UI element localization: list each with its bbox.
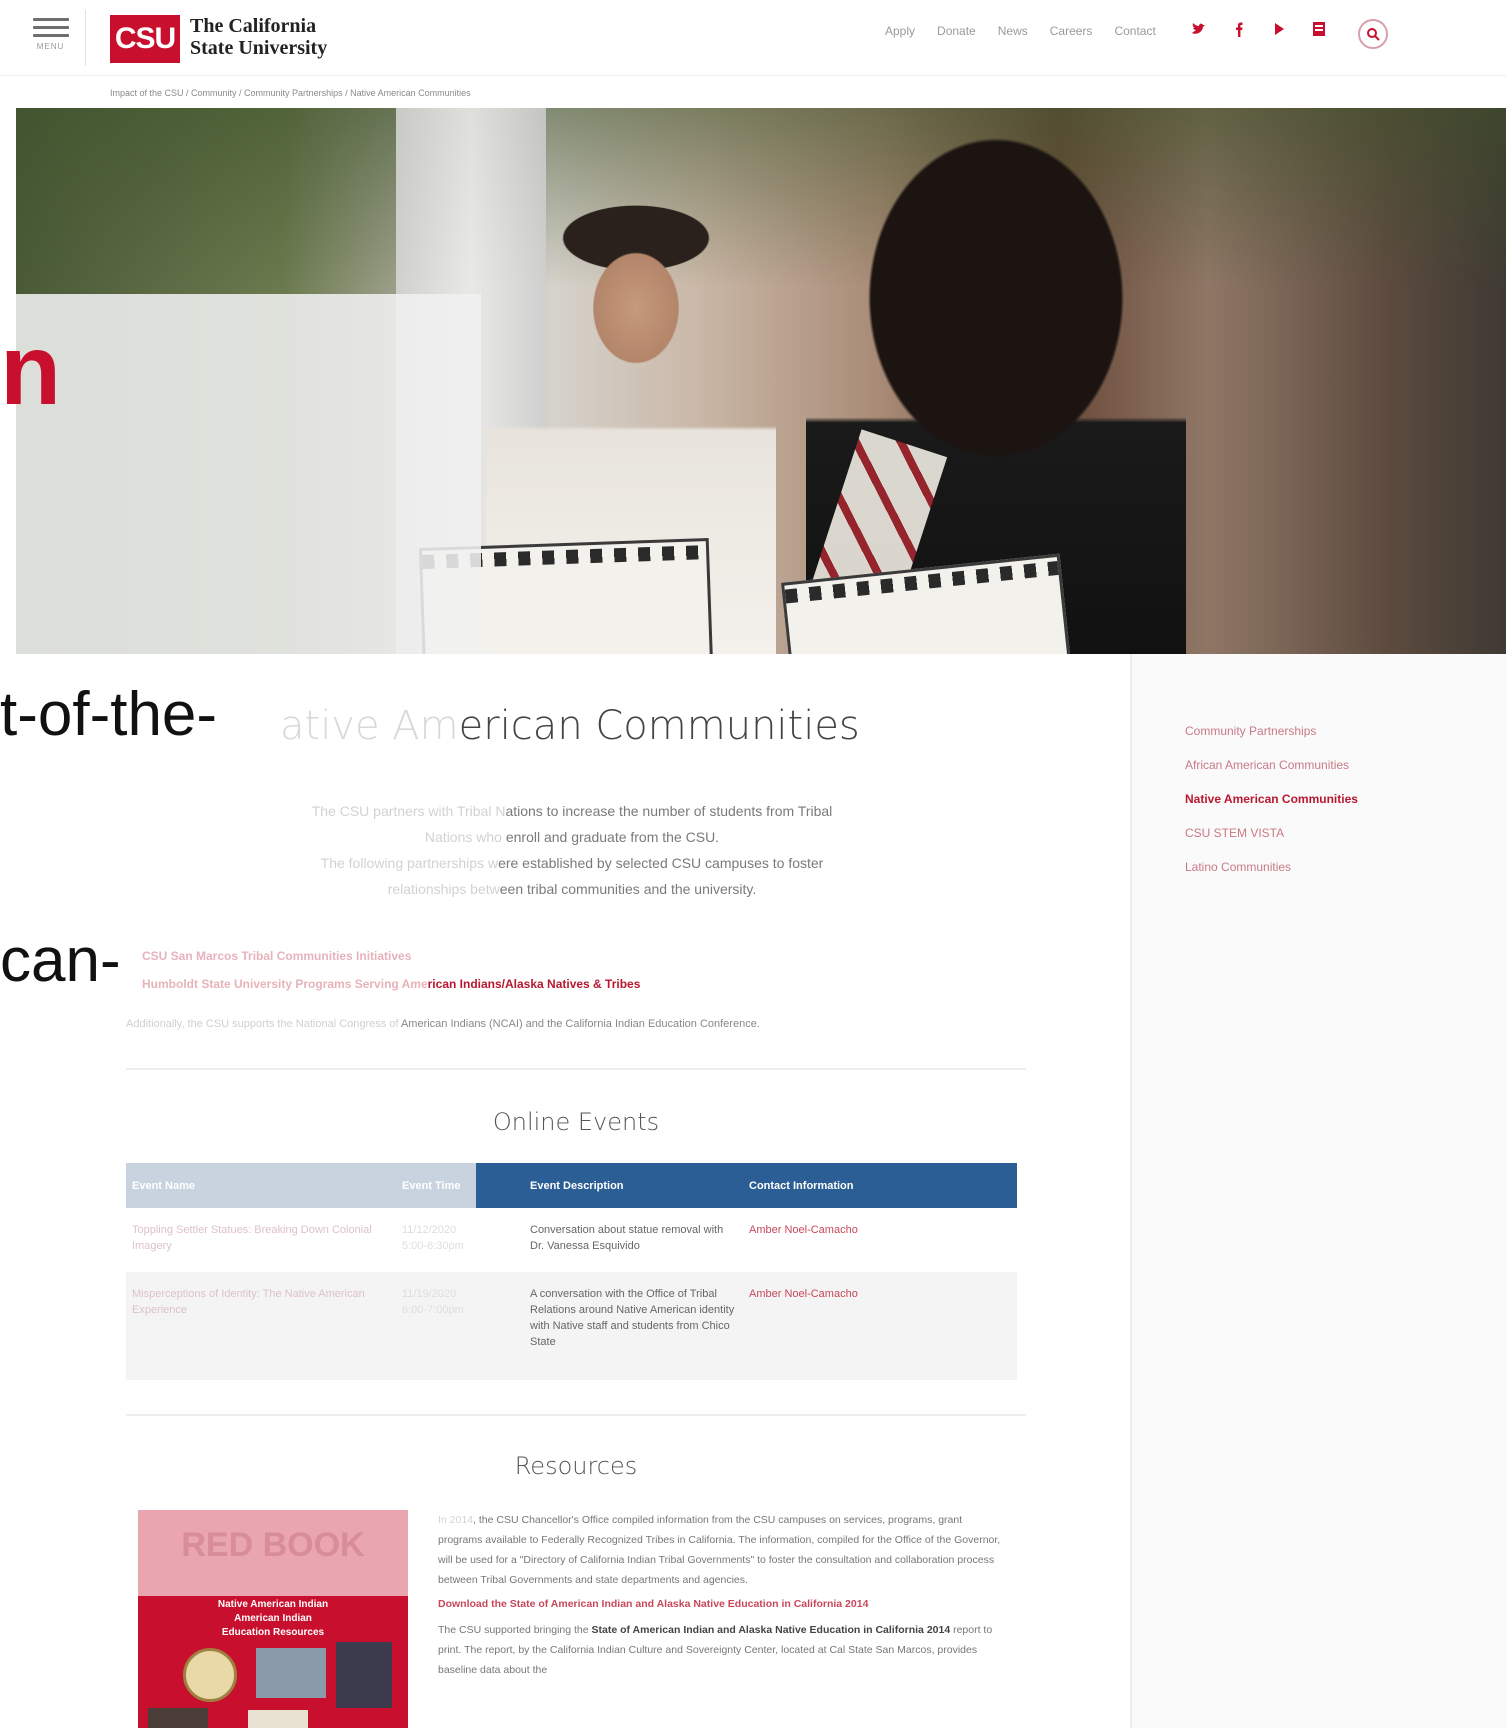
menu-label: MENU <box>36 42 65 51</box>
nav-donate[interactable]: Donate <box>937 24 976 38</box>
event-description: Conversation about statue removal with D… <box>476 1208 743 1272</box>
hamburger-icon <box>32 18 69 37</box>
breadcrumb[interactable]: Impact of the CSU / Community / Communit… <box>110 88 471 98</box>
red-book-title: RED BOOK <box>138 1510 408 1596</box>
resources-title: Resources <box>514 1452 638 1480</box>
event-name[interactable]: Misperceptions of Identity: The Native A… <box>126 1272 396 1380</box>
events-header-contact: Contact Information <box>743 1163 1017 1208</box>
red-book-subtitle: Native American Indian American Indian E… <box>217 1599 329 1638</box>
intro-text: The CSU partners with Tribal Nations to … <box>311 803 833 897</box>
nav-news[interactable]: News <box>998 24 1028 38</box>
logo-text[interactable]: The California State University <box>190 15 327 59</box>
logo-line-1: The California <box>190 15 317 37</box>
event-contact[interactable]: Amber Noel-Camacho <box>743 1272 1017 1380</box>
facebook-icon[interactable] <box>1230 20 1248 38</box>
menu-button[interactable]: MENU <box>16 10 86 66</box>
red-book-cover[interactable]: RED BOOK Native American Indian American… <box>138 1510 408 1728</box>
page-title: ative American Communities <box>280 703 860 749</box>
book-photo <box>248 1710 308 1728</box>
logo-line-2: State University <box>190 37 328 59</box>
state-seal-icon <box>183 1648 237 1702</box>
section-sidebar: Community Partnerships African American … <box>1130 654 1506 1728</box>
sidebar-item-latino[interactable]: Latino Communities <box>1185 850 1358 884</box>
events-header-name: Event Name <box>126 1163 396 1208</box>
social-links <box>1190 20 1328 38</box>
link-humboldt-programs[interactable]: Humboldt State University Programs Servi… <box>142 970 640 998</box>
events-header-time: Event Time <box>396 1163 476 1208</box>
csu-logo[interactable]: CSU <box>110 15 180 63</box>
top-nav: Apply Donate News Careers Contact <box>885 24 1156 38</box>
overflow-url-fragment-2: can- <box>0 926 121 995</box>
rss-icon[interactable] <box>1310 20 1328 38</box>
table-row: Misperceptions of Identity: The Native A… <box>126 1272 1017 1380</box>
event-description: A conversation with the Office of Tribal… <box>476 1272 743 1380</box>
divider <box>126 1068 1026 1070</box>
table-row: Toppling Settler Statues: Breaking Down … <box>126 1208 1017 1272</box>
hero-title-fragment: n <box>0 314 62 426</box>
sidebar-item-stem-vista[interactable]: CSU STEM VISTA <box>1185 816 1358 850</box>
divider <box>126 1414 1026 1416</box>
event-name[interactable]: Toppling Settler Statues: Breaking Down … <box>126 1208 396 1272</box>
event-time: 11/19/2020 6:00-7:00pm <box>396 1272 476 1380</box>
link-csu-san-marcos[interactable]: CSU San Marcos Tribal Communities Initia… <box>142 942 640 970</box>
sidebar-item-african-american[interactable]: African American Communities <box>1185 748 1358 782</box>
nav-careers[interactable]: Careers <box>1050 24 1093 38</box>
twitter-icon[interactable] <box>1190 20 1208 38</box>
resources-text: In 2014, the CSU Chancellor's Office com… <box>438 1510 1004 1680</box>
nav-contact[interactable]: Contact <box>1114 24 1155 38</box>
events-title: Online Events <box>492 1108 660 1136</box>
overflow-url-fragment-1: t-of-the- <box>0 680 218 749</box>
sidebar-nav: Community Partnerships African American … <box>1185 714 1358 884</box>
book-photo <box>256 1648 326 1698</box>
events-header-description: Event Description <box>476 1163 743 1208</box>
hero-title-overlay <box>16 294 481 654</box>
hero-image <box>16 108 1506 654</box>
events-table: Event Name Event Time Event Description … <box>126 1163 1017 1380</box>
partnership-links: CSU San Marcos Tribal Communities Initia… <box>142 942 640 998</box>
nav-apply[interactable]: Apply <box>885 24 915 38</box>
additional-text: Additionally, the CSU supports the Natio… <box>126 1018 760 1030</box>
book-photo <box>336 1642 392 1708</box>
youtube-icon[interactable] <box>1270 20 1288 38</box>
event-contact[interactable]: Amber Noel-Camacho <box>743 1208 1017 1272</box>
event-time: 11/12/2020 5:00-6:30pm <box>396 1208 476 1272</box>
sidebar-item-native-american[interactable]: Native American Communities <box>1185 782 1358 816</box>
site-header: MENU CSU The California State University… <box>0 0 1506 76</box>
book-photo <box>148 1708 208 1728</box>
download-report-link[interactable]: Download the State of American Indian an… <box>438 1594 1004 1614</box>
search-icon[interactable] <box>1358 19 1388 49</box>
sidebar-item-community-partnerships[interactable]: Community Partnerships <box>1185 714 1358 748</box>
